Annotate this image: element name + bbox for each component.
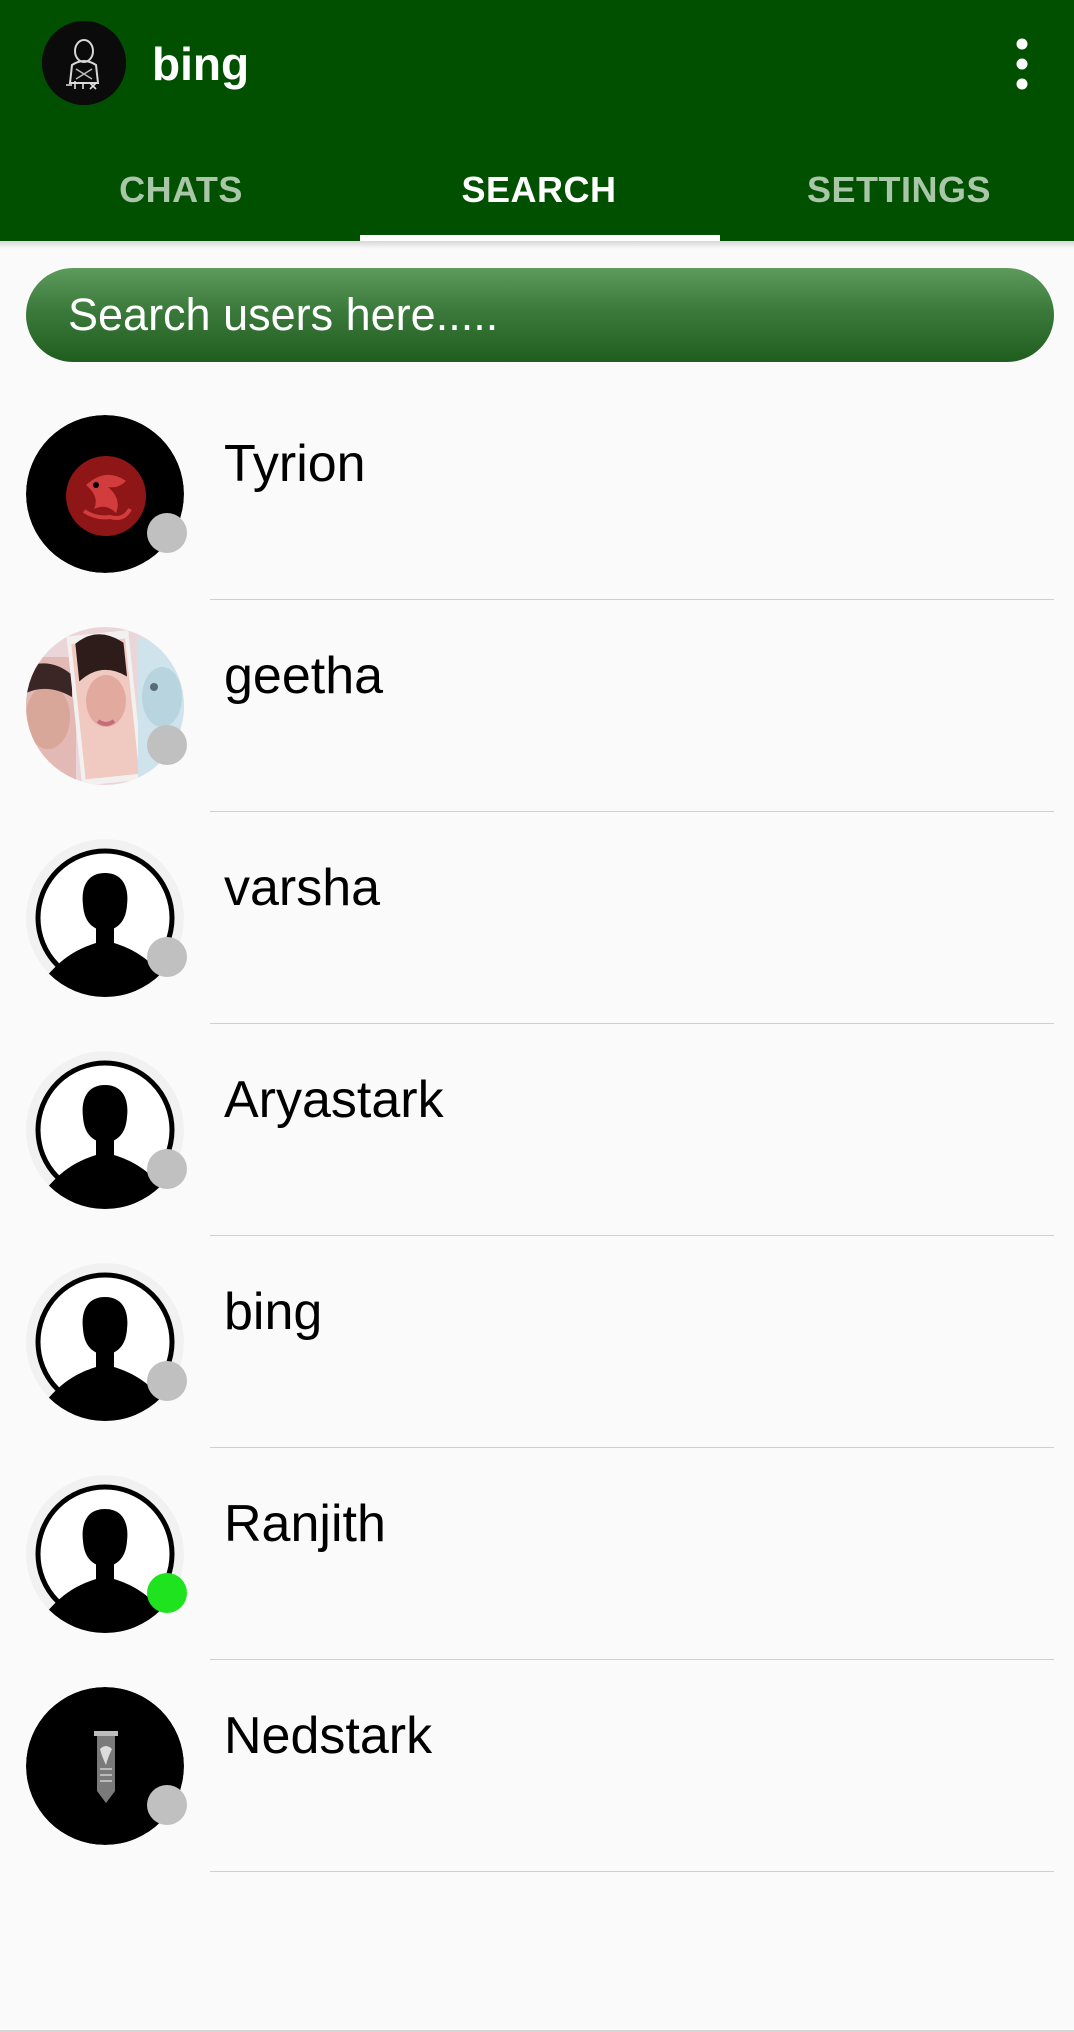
user-row-ranjith[interactable]: Ranjith xyxy=(0,1448,1074,1660)
user-row-nedstark[interactable]: Nedstark xyxy=(0,1660,1074,1872)
user-row-bing[interactable]: bing xyxy=(0,1236,1074,1448)
tab-settings[interactable]: SETTINGS xyxy=(720,160,1074,220)
user-name: varsha xyxy=(224,859,381,917)
offline-status-indicator xyxy=(147,1785,187,1825)
app-bar: bing CHATS SEARCH SETTINGS xyxy=(0,0,1074,241)
user-list: Tyrion geetha varsha Aryastark bing Ranj… xyxy=(0,388,1074,1872)
user-name: bing xyxy=(224,1283,323,1341)
offline-status-indicator xyxy=(147,937,187,977)
more-vert-icon[interactable] xyxy=(1002,34,1042,94)
online-status-indicator xyxy=(147,1573,187,1613)
app-bar-shadow xyxy=(0,241,1074,249)
tab-search[interactable]: SEARCH xyxy=(360,160,718,220)
user-row-tyrion[interactable]: Tyrion xyxy=(0,388,1074,600)
profile-avatar[interactable] xyxy=(42,21,126,105)
offline-status-indicator xyxy=(147,725,187,765)
tab-chats[interactable]: CHATS xyxy=(2,160,360,220)
user-row-geetha[interactable]: geetha xyxy=(0,600,1074,812)
app-title: bing xyxy=(152,38,250,90)
offline-status-indicator xyxy=(147,1149,187,1189)
user-name: Nedstark xyxy=(224,1707,433,1765)
user-row-aryastark[interactable]: Aryastark xyxy=(0,1024,1074,1236)
search-input[interactable] xyxy=(68,268,1028,362)
user-name: geetha xyxy=(224,647,384,705)
search-bar[interactable] xyxy=(26,268,1054,362)
user-name: Tyrion xyxy=(224,435,366,493)
offline-status-indicator xyxy=(147,513,187,553)
profile-avatar-image xyxy=(42,21,126,105)
user-row-varsha[interactable]: varsha xyxy=(0,812,1074,1024)
user-name: Ranjith xyxy=(224,1495,386,1553)
user-name: Aryastark xyxy=(224,1071,444,1129)
offline-status-indicator xyxy=(147,1361,187,1401)
row-divider xyxy=(210,1871,1054,1872)
